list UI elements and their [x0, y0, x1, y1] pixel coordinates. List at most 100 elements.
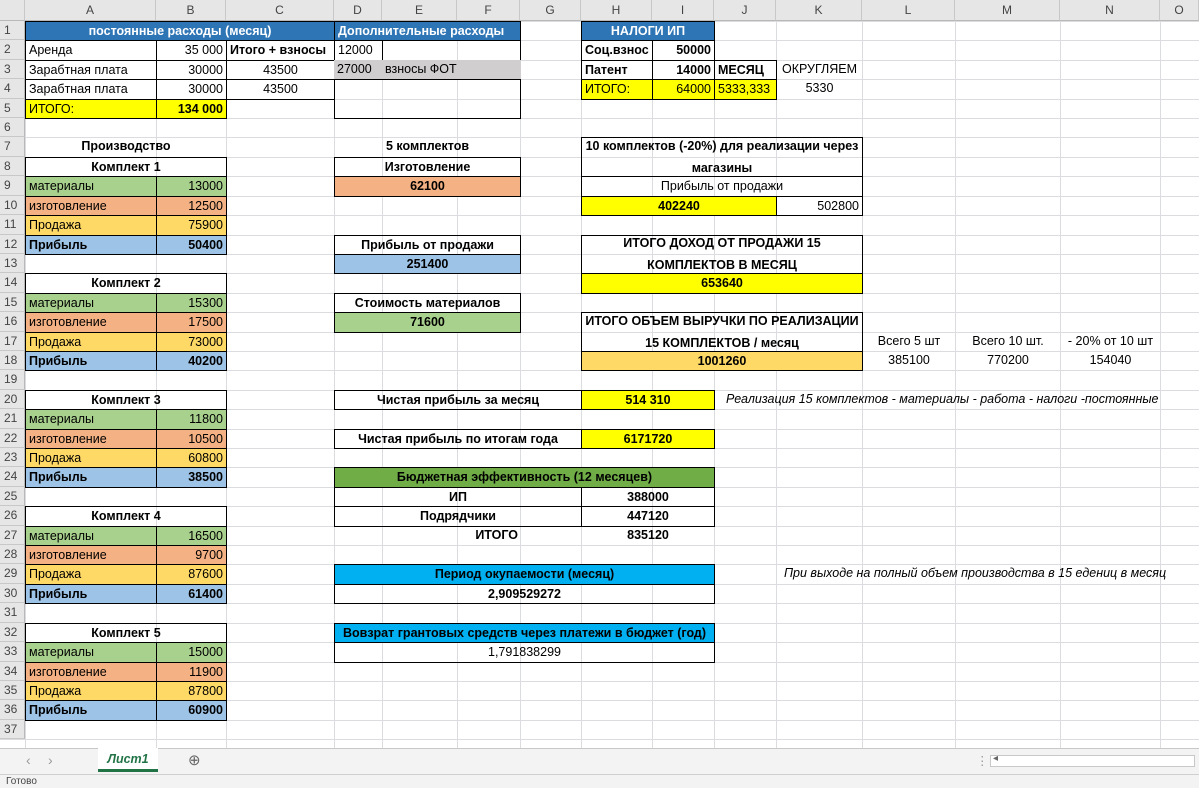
header-payback[interactable]: Период окупаемости (месяц): [334, 564, 715, 585]
row-header[interactable]: 12: [0, 234, 25, 254]
cell[interactable]: материалы: [25, 176, 157, 197]
header-taxes[interactable]: НАЛОГИ ИП: [581, 21, 715, 42]
cell[interactable]: 11900: [156, 661, 227, 682]
header-budget-efficiency[interactable]: Бюджетная эффективность (12 месяцев): [334, 467, 715, 488]
cell[interactable]: Итого + взносы: [226, 40, 335, 61]
add-sheet-icon[interactable]: ⊕: [188, 751, 201, 769]
cell[interactable]: Всего 10 шт.: [955, 332, 1061, 352]
row-header[interactable]: 27: [0, 525, 25, 546]
row-header[interactable]: 13: [0, 253, 25, 274]
cell[interactable]: 770200: [955, 351, 1061, 371]
cell[interactable]: 11800: [156, 409, 227, 430]
row-header[interactable]: 14: [0, 273, 25, 293]
cell[interactable]: 62100: [334, 176, 521, 197]
row-header[interactable]: 5: [0, 98, 25, 119]
cell[interactable]: - 20% от 10 шт: [1060, 332, 1161, 352]
cell[interactable]: 134 000: [156, 98, 227, 120]
cell[interactable]: 43500: [226, 79, 335, 100]
cell[interactable]: 5330: [776, 79, 863, 99]
cell[interactable]: 514 310: [581, 389, 715, 411]
cell[interactable]: 30000: [156, 79, 227, 100]
row-header[interactable]: 2: [0, 40, 25, 60]
row-header[interactable]: 34: [0, 661, 25, 681]
cell[interactable]: 87800: [156, 680, 227, 702]
row-header[interactable]: 17: [0, 331, 25, 351]
set-title[interactable]: Комплект 4: [25, 506, 227, 527]
block-revenue-15[interactable]: ИТОГО ОБЪЕМ ВЫРУЧКИ ПО РЕАЛИЗАЦИИ 15 КОМП…: [581, 312, 863, 352]
row-header[interactable]: 29: [0, 564, 25, 584]
block-10-sets[interactable]: 10 комплектов (-20%) для реализации чере…: [581, 137, 863, 178]
cell[interactable]: изготовление: [25, 661, 157, 682]
cell[interactable]: 1,791838299: [334, 642, 715, 663]
column-header[interactable]: N: [1060, 0, 1160, 21]
row-header[interactable]: 21: [0, 409, 25, 429]
select-all-corner[interactable]: [0, 0, 25, 21]
cell[interactable]: 50400: [156, 234, 227, 255]
cell[interactable]: ИП: [334, 486, 582, 508]
cell[interactable]: 43500: [226, 59, 335, 81]
header-fixed-costs[interactable]: постоянные расходы (месяц): [25, 21, 335, 42]
tab-sheet-1[interactable]: Лист1: [98, 748, 158, 772]
cell[interactable]: 447120: [581, 506, 715, 527]
block-income-15[interactable]: ИТОГО ДОХОД ОТ ПРОДАЖИ 15 КОМПЛЕКТОВ В МЕ…: [581, 234, 863, 275]
cell[interactable]: 835120: [581, 526, 715, 546]
row-header[interactable]: 22: [0, 428, 25, 449]
column-header[interactable]: E: [382, 0, 457, 21]
cell[interactable]: [382, 40, 521, 61]
row-header[interactable]: 28: [0, 545, 25, 565]
column-header[interactable]: G: [520, 0, 581, 21]
row-header[interactable]: 24: [0, 467, 25, 487]
cell[interactable]: 9700: [156, 545, 227, 566]
cell[interactable]: 388000: [581, 486, 715, 508]
cell[interactable]: Продажа: [25, 680, 157, 702]
row-header[interactable]: 26: [0, 506, 25, 526]
column-header[interactable]: O: [1160, 0, 1199, 21]
tab-prev-icon[interactable]: ‹: [26, 752, 31, 768]
column-header[interactable]: D: [334, 0, 382, 21]
header-additional-costs[interactable]: Дополнительные расходы: [334, 21, 521, 42]
row-header[interactable]: 9: [0, 176, 25, 196]
row-header[interactable]: 7: [0, 137, 25, 157]
cell[interactable]: 251400: [334, 253, 521, 275]
cell[interactable]: 71600: [334, 312, 521, 333]
cell[interactable]: Продажа: [25, 215, 157, 236]
cell[interactable]: Всего 5 шт: [862, 332, 956, 352]
cell[interactable]: 12500: [156, 195, 227, 217]
cell[interactable]: Подрядчики: [334, 506, 582, 527]
cell[interactable]: Зарабтная плата: [25, 59, 157, 81]
set-title[interactable]: Комплект 3: [25, 389, 227, 411]
cell[interactable]: изготовление: [25, 545, 157, 566]
cell[interactable]: [334, 79, 521, 120]
cell[interactable]: изготовление: [25, 312, 157, 333]
row-header[interactable]: 19: [0, 370, 25, 390]
cell[interactable]: Соц.взнос: [581, 40, 653, 61]
column-header[interactable]: C: [226, 0, 334, 21]
cell[interactable]: 73000: [156, 331, 227, 352]
row-header[interactable]: 4: [0, 79, 25, 99]
cell[interactable]: 13000: [156, 176, 227, 197]
cell[interactable]: 35 000: [156, 40, 227, 61]
cell[interactable]: 12000: [334, 40, 383, 61]
column-header[interactable]: I: [652, 0, 714, 21]
row-header[interactable]: 37: [0, 719, 25, 740]
cell[interactable]: Продажа: [25, 331, 157, 352]
row-header[interactable]: 32: [0, 622, 25, 643]
cell[interactable]: 2,909529272: [334, 583, 715, 605]
cell[interactable]: материалы: [25, 525, 157, 547]
column-header[interactable]: B: [156, 0, 226, 21]
cell[interactable]: Прибыль: [25, 350, 157, 372]
row-header[interactable]: 35: [0, 680, 25, 701]
note-full-volume[interactable]: При выходе на полный объем производства …: [776, 564, 1199, 584]
cell[interactable]: 17500: [156, 312, 227, 333]
row-header[interactable]: 16: [0, 312, 25, 332]
cell[interactable]: 30000: [156, 59, 227, 81]
cell[interactable]: 6171720: [581, 428, 715, 450]
cell[interactable]: изготовление: [25, 195, 157, 217]
cell[interactable]: 15300: [156, 292, 227, 314]
cell[interactable]: 50000: [652, 40, 715, 61]
cell[interactable]: материалы: [25, 409, 157, 430]
cell[interactable]: взносы ФОТ: [382, 59, 521, 81]
cell[interactable]: ИТОГО: [382, 526, 521, 546]
cell[interactable]: 5333,333: [714, 79, 777, 100]
cell[interactable]: Патент: [581, 59, 653, 81]
